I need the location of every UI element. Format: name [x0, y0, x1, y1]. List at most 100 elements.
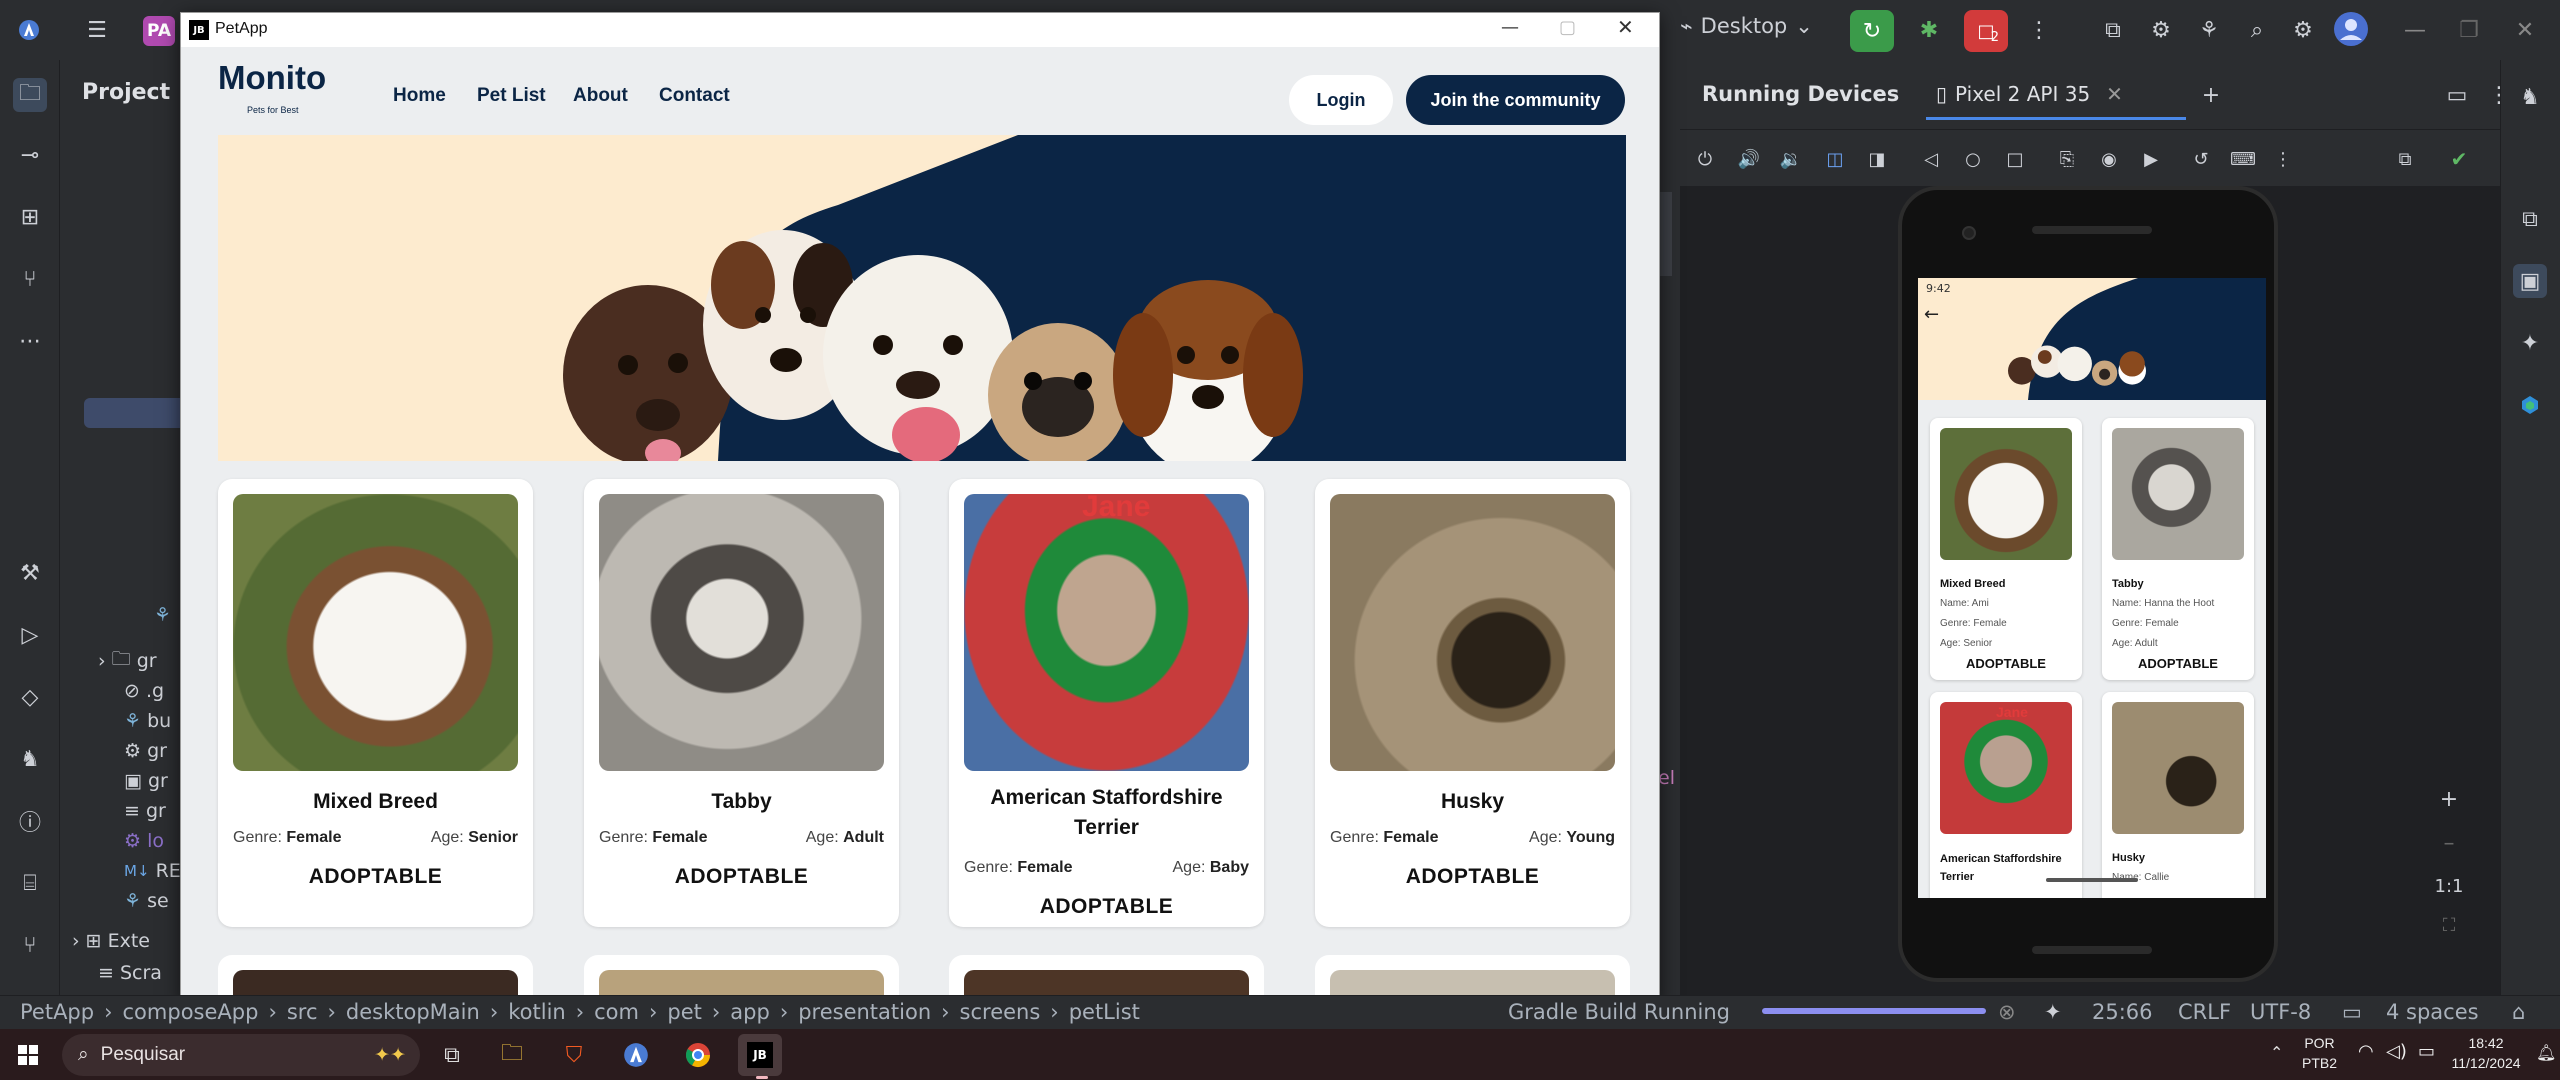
tree-row[interactable]: › 🗀 gr: [98, 646, 157, 676]
phone-screen[interactable]: 9:42 ← Mixed Breed Name: Ami Genre: Fema…: [1918, 278, 2266, 898]
build-hammer-icon[interactable]: ⚒: [13, 556, 47, 590]
tree-row[interactable]: ⚙ lo: [124, 826, 164, 856]
sparkle-icon[interactable]: ✦: [2044, 1000, 2062, 1024]
volume-down-icon[interactable]: 🔉: [1774, 142, 1808, 176]
system-clock[interactable]: 18:42 11/12/2024: [2442, 1033, 2530, 1073]
zoom-in-icon[interactable]: +: [2432, 782, 2466, 816]
more-vertical-icon[interactable]: ⋮: [2022, 13, 2056, 47]
keyboard-language[interactable]: POR PTB2: [2302, 1033, 2337, 1073]
tree-row[interactable]: M↓ RE: [124, 856, 181, 886]
project-badge[interactable]: PA: [143, 16, 175, 46]
tree-row[interactable]: ≡ Scra: [98, 958, 162, 988]
breadcrumb-item[interactable]: screens: [960, 1000, 1041, 1024]
editor-scrollbar[interactable]: [1660, 192, 1672, 276]
window-layout-icon[interactable]: ▭: [2440, 78, 2474, 112]
add-device-icon[interactable]: +: [2194, 78, 2228, 112]
android-icon[interactable]: ⚙: [2144, 13, 2178, 47]
lock-icon[interactable]: ⌂: [2512, 1000, 2525, 1024]
breadcrumb-item[interactable]: kotlin: [508, 1000, 565, 1024]
minimize-icon[interactable]: —: [1501, 17, 1519, 38]
breadcrumb-item[interactable]: desktopMain: [346, 1000, 480, 1024]
maximize-icon[interactable]: ▢: [1559, 17, 1576, 38]
chevron-up-icon[interactable]: ⌃: [2270, 1043, 2283, 1062]
run-icon[interactable]: ▷: [13, 618, 47, 652]
close-icon[interactable]: ✕: [1617, 15, 1634, 39]
taskbar-search[interactable]: ⌕ Pesquisar ✦✦: [62, 1034, 420, 1076]
power-icon[interactable]: ⏻: [1688, 142, 1722, 176]
tree-row[interactable]: ⊘ .g: [124, 676, 164, 706]
problems-icon[interactable]: ⓘ: [13, 804, 47, 838]
pet-card[interactable]: Mixed Breed Genre: Female Age: Senior AD…: [218, 479, 533, 927]
breadcrumb-item[interactable]: pet: [667, 1000, 701, 1024]
device-tab[interactable]: ▯ Pixel 2 API 35 ✕: [1926, 70, 2186, 120]
tree-row[interactable]: ⚙ gr: [124, 736, 167, 766]
fit-screen-icon[interactable]: ⛶: [2432, 908, 2466, 942]
jetbrains-icon[interactable]: JB: [738, 1034, 782, 1076]
rerun-button[interactable]: ↻: [1850, 10, 1894, 52]
brave-icon[interactable]: ⛉: [552, 1034, 596, 1076]
profiler-icon[interactable]: ⚘: [2192, 13, 2226, 47]
build-status-text[interactable]: Gradle Build Running: [1508, 1000, 1730, 1024]
tree-row[interactable]: ≡ gr: [124, 796, 166, 826]
running-devices-icon[interactable]: ▣: [2513, 264, 2547, 298]
nav-pet-list[interactable]: Pet List: [477, 85, 546, 107]
logcat-icon[interactable]: ♞: [13, 742, 47, 776]
cancel-build-icon[interactable]: ⊗: [1998, 1000, 2016, 1024]
main-menu-icon[interactable]: ☰: [80, 13, 114, 47]
restore-icon[interactable]: ❐: [2452, 13, 2486, 47]
nav-home[interactable]: Home: [393, 85, 446, 107]
stop-button[interactable]: □ 2: [1964, 10, 2008, 52]
petapp-title-bar[interactable]: JB PetApp — ▢ ✕: [181, 13, 1659, 47]
home-icon[interactable]: ○: [1956, 142, 1990, 176]
breadcrumb-item[interactable]: app: [730, 1000, 770, 1024]
more-vertical-icon[interactable]: ⋮: [2266, 142, 2300, 176]
commit-icon[interactable]: ⊸: [13, 138, 47, 172]
gem-icon[interactable]: ◇: [13, 680, 47, 714]
volume-up-icon[interactable]: 🔊: [1732, 142, 1766, 176]
snapshot-icon[interactable]: ⎘: [2050, 142, 2084, 176]
folder-icon[interactable]: 🗀: [13, 78, 47, 112]
gradle-elephant-icon[interactable]: ♞: [2513, 80, 2547, 114]
zoom-out-icon[interactable]: –: [2432, 826, 2466, 860]
overview-icon[interactable]: □: [1998, 142, 2032, 176]
device-manager-icon[interactable]: ⧉: [2096, 13, 2130, 47]
mobile-pet-card[interactable]: Mixed Breed Name: Ami Genre: Female Age:…: [1930, 418, 2082, 680]
breadcrumb-item[interactable]: composeApp: [123, 1000, 259, 1024]
debug-icon[interactable]: ✱: [1912, 13, 1946, 47]
gemini-icon[interactable]: ✦: [2513, 326, 2547, 360]
tree-row[interactable]: ⚘: [154, 600, 171, 630]
join-community-button[interactable]: Join the community: [1406, 75, 1625, 125]
breadcrumb-item[interactable]: PetApp: [20, 1000, 94, 1024]
android-studio-icon[interactable]: [614, 1034, 658, 1076]
mobile-pet-card[interactable]: Tabby Name: Hanna the Hoot Genre: Female…: [2102, 418, 2254, 680]
notifications-icon[interactable]: 🔔︎: [2536, 1043, 2556, 1062]
mobile-pet-card[interactable]: Jane American Staffordshire Terrier: [1930, 692, 2082, 898]
minimize-icon[interactable]: —: [2398, 13, 2432, 47]
reset-icon[interactable]: ↺: [2184, 142, 2218, 176]
comment-icon[interactable]: ▭: [2342, 1000, 2362, 1024]
cursor-position[interactable]: 25:66: [2092, 1000, 2153, 1024]
battery-icon[interactable]: ▭: [2418, 1041, 2435, 1062]
nav-about[interactable]: About: [573, 85, 628, 107]
file-explorer-icon[interactable]: 🗀: [490, 1034, 534, 1076]
screen-record-icon[interactable]: ▶: [2134, 142, 2168, 176]
indent-setting[interactable]: 4 spaces: [2386, 1000, 2479, 1024]
terminal-icon[interactable]: ⌸: [13, 866, 47, 900]
keyboard-icon[interactable]: ⌨: [2226, 142, 2260, 176]
more-horizontal-icon[interactable]: ⋯: [13, 324, 47, 358]
monito-logo[interactable]: Monito: [218, 59, 326, 97]
gesture-bar[interactable]: [2046, 878, 2138, 882]
tree-row[interactable]: ▣ gr: [124, 766, 168, 796]
breadcrumb-item[interactable]: presentation: [798, 1000, 931, 1024]
rotate-left-icon[interactable]: ◫: [1818, 142, 1852, 176]
zoom-actual-size[interactable]: 1:1: [2432, 876, 2466, 897]
tree-row[interactable]: ⚘ se: [124, 886, 169, 916]
search-icon[interactable]: ⌕: [2240, 13, 2274, 47]
project-panel-title[interactable]: Project: [82, 80, 170, 105]
pet-card[interactable]: Tabby Genre: Female Age: Adult ADOPTABLE: [584, 479, 899, 927]
settings-gear-icon[interactable]: ⚙: [2286, 13, 2320, 47]
file-encoding[interactable]: UTF-8: [2250, 1000, 2311, 1024]
volume-icon[interactable]: ◁): [2386, 1041, 2407, 1062]
back-icon[interactable]: ◁: [1914, 142, 1948, 176]
wifi-icon[interactable]: ◠: [2358, 1041, 2374, 1062]
